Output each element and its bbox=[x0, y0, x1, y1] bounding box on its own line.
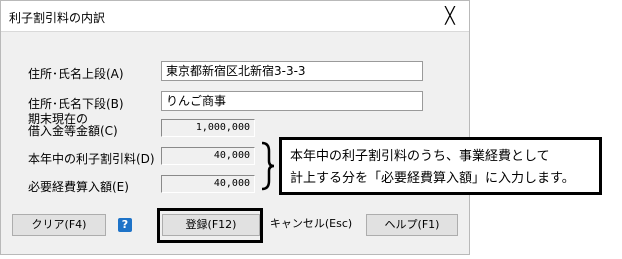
clear-button[interactable]: クリア(F4) bbox=[12, 214, 106, 236]
borrowing-amount-field[interactable]: 1,000,000 bbox=[161, 119, 255, 137]
callout-box: 本年中の利子割引料のうち、事業経費として 計上する分を「必要経費算入額」に入力し… bbox=[279, 137, 602, 195]
address-upper-input[interactable]: 東京都新宿区北新宿3-3-3 bbox=[161, 61, 423, 81]
address-lower-input[interactable]: りんご商事 bbox=[161, 91, 423, 111]
expense-label: 必要経費算入額(E) bbox=[28, 180, 129, 194]
expense-amount-field[interactable]: 40,000 bbox=[161, 175, 255, 193]
register-button-highlight bbox=[157, 208, 263, 243]
brace-icon bbox=[261, 141, 275, 191]
window-title: 利子割引料の内訳 bbox=[9, 11, 106, 25]
close-icon[interactable]: ╳ bbox=[439, 7, 461, 25]
address-lower-label: 住所･氏名下段(B) bbox=[28, 97, 124, 111]
interest-amount-field[interactable]: 40,000 bbox=[161, 147, 255, 165]
interest-label: 本年中の利子割引料(D) bbox=[28, 152, 155, 166]
cancel-button[interactable]: キャンセル(Esc) bbox=[267, 214, 355, 236]
address-upper-label: 住所･氏名上段(A) bbox=[28, 67, 124, 81]
callout-line-1: 本年中の利子割引料のうち、事業経費として bbox=[290, 149, 550, 164]
help-button[interactable]: ヘルプ(F1) bbox=[366, 214, 458, 236]
borrowing-label-line2: 借入金等金額(C) bbox=[28, 124, 118, 138]
title-bar: 利子割引料の内訳 ╳ bbox=[1, 1, 469, 32]
question-icon[interactable]: ? bbox=[118, 218, 132, 232]
callout-line-2: 計上する分を「必要経費算入額」に入力します。 bbox=[290, 171, 575, 186]
